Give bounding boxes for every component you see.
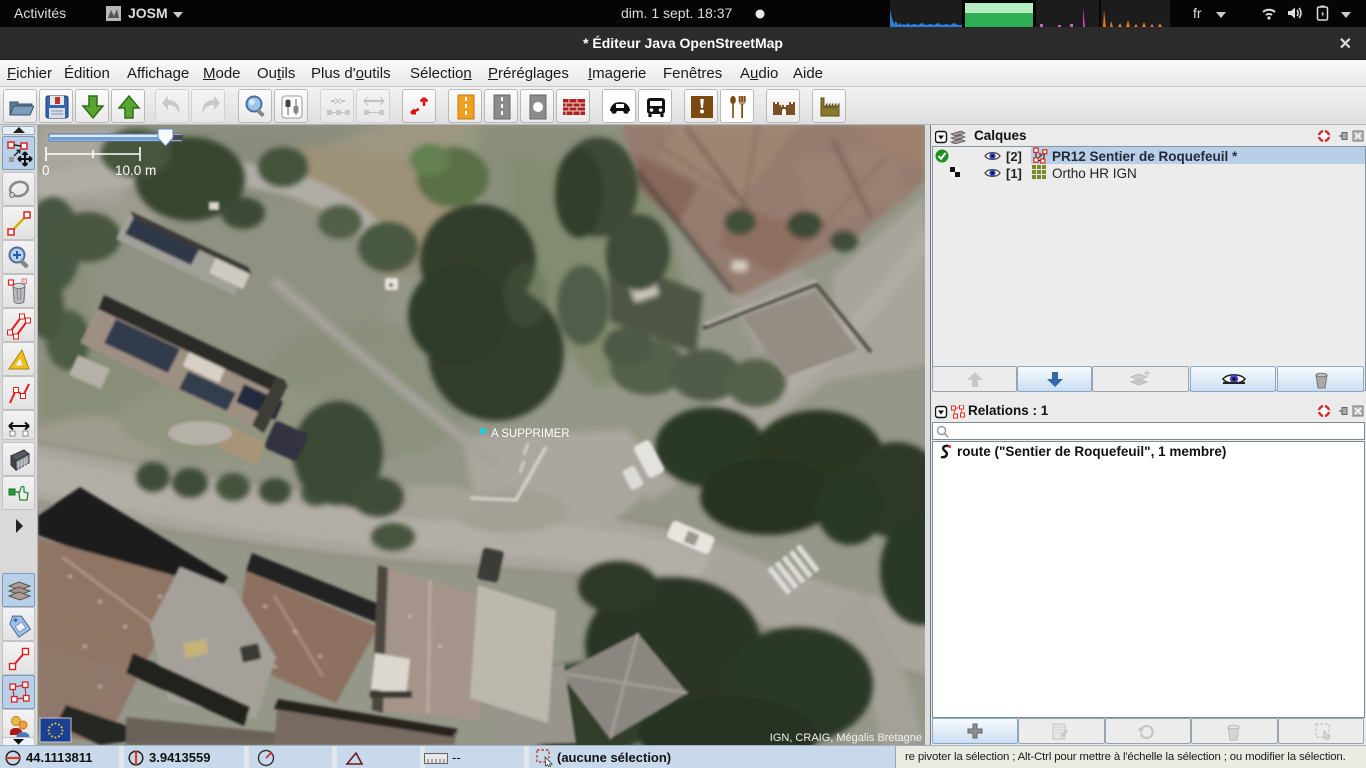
svg-text:A SUPPRIMER: A SUPPRIMER: [491, 428, 570, 440]
svg-text:10.0 m: 10.0 m: [115, 163, 156, 178]
svg-text:0: 0: [42, 163, 50, 178]
svg-text:IGN, CRAIG, Mégalis Bretagne: IGN, CRAIG, Mégalis Bretagne: [770, 732, 922, 744]
